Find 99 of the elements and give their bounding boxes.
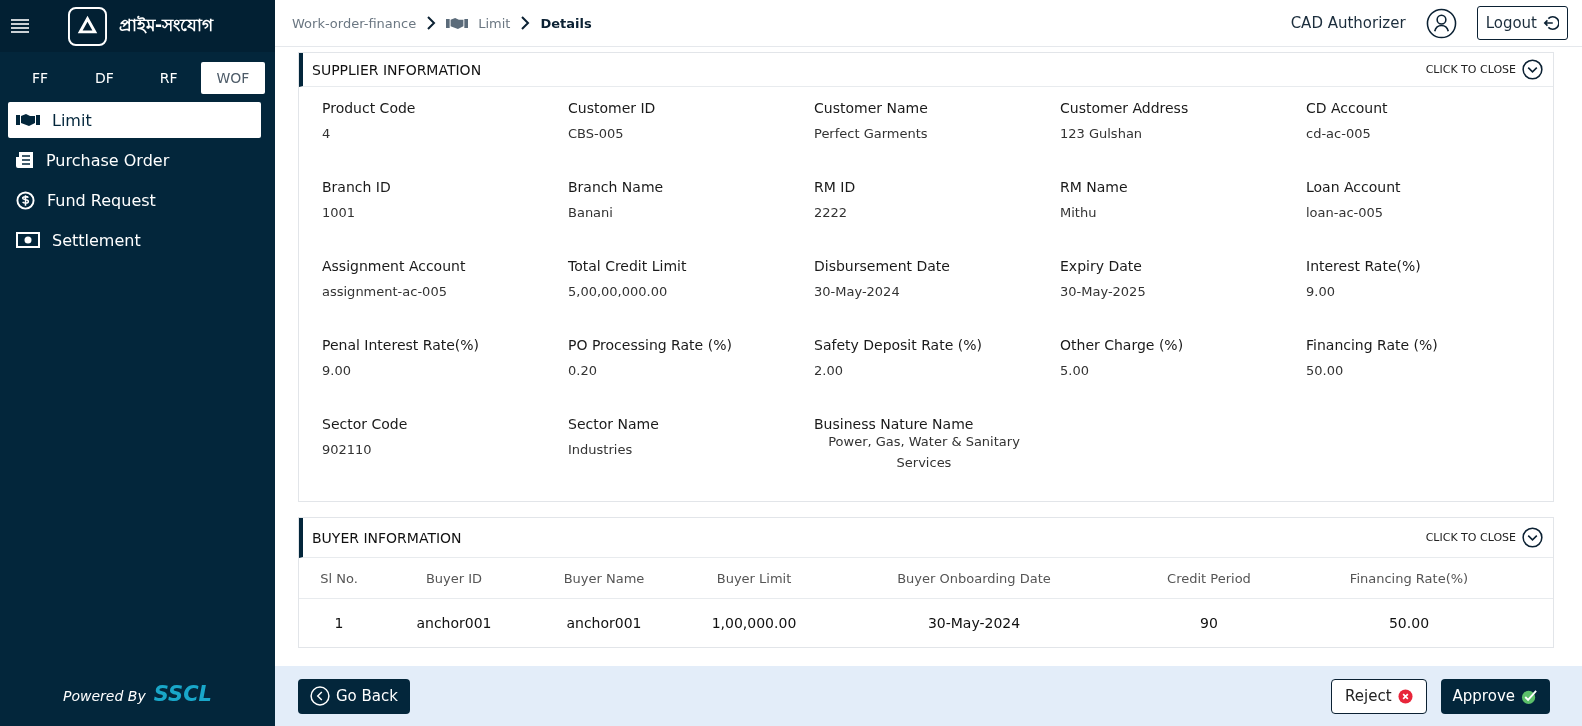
- field-value: 5.00: [1060, 363, 1090, 378]
- breadcrumb-link[interactable]: Work-order-finance: [292, 15, 417, 31]
- field-label: RM Name: [1060, 179, 1129, 195]
- field-value: loan-ac-005: [1306, 205, 1385, 220]
- chevron-right-icon: [426, 16, 437, 30]
- sector-tab[interactable]: FF: [8, 62, 73, 94]
- reject-button[interactable]: Reject: [1331, 678, 1427, 714]
- field-value: 4: [322, 126, 332, 141]
- field-value: 9.00: [322, 363, 352, 378]
- breadcrumb-link[interactable]: Limit: [478, 15, 511, 31]
- section-title: SUPPLIER INFORMATION: [312, 61, 482, 78]
- column-header: Credit Period: [1166, 570, 1252, 586]
- field-value: Industries: [568, 442, 634, 457]
- field-value: Perfect Garments: [814, 126, 929, 141]
- field-label: Loan Account: [1306, 179, 1402, 195]
- sidebar-item[interactable]: Purchase Order: [8, 142, 261, 178]
- field-value: 1001: [322, 205, 357, 220]
- field-value: cd-ac-005: [1306, 126, 1372, 141]
- field-label: Expiry Date: [1060, 258, 1143, 274]
- field-label: Customer Name: [814, 100, 929, 116]
- field-value: 9.00: [1306, 284, 1336, 299]
- field-label: PO Processing Rate (%): [568, 337, 733, 353]
- table-cell-text: 50.00: [1387, 615, 1431, 631]
- column-header: Buyer Onboarding Date: [896, 570, 1052, 586]
- field-value: Power, Gas, Water & Sanitary Services: [827, 433, 1021, 472]
- field-label: Disbursement Date: [814, 258, 951, 274]
- chevron-left-circle-icon: [310, 686, 330, 706]
- company-logo: SSCL: [153, 682, 212, 706]
- field-label: Business Nature Name: [814, 416, 975, 432]
- brand-name: প্রাইম-সংযোগ: [119, 14, 214, 37]
- field-label: RM ID: [814, 179, 857, 195]
- logo-icon: [68, 6, 107, 46]
- chevron-right-icon: [520, 16, 531, 30]
- sidebar-item[interactable]: Limit: [8, 102, 261, 138]
- field-label: CD Account: [1306, 100, 1389, 116]
- collapse-toggle[interactable]: CLICK TO CLOSE: [1425, 59, 1543, 80]
- field-value: 2.00: [814, 363, 844, 378]
- field-label: Sector Code: [322, 416, 409, 432]
- table-cell-text: anchor001: [565, 615, 643, 631]
- document-icon: [16, 151, 34, 169]
- sector-tab[interactable]: RF: [136, 62, 201, 94]
- field-label: Customer ID: [568, 100, 657, 116]
- user-role: CAD Authorizer: [1290, 14, 1406, 32]
- field-label: Customer Address: [1060, 100, 1190, 116]
- field-value: 123 Gulshan: [1060, 126, 1144, 141]
- field-label: Total Credit Limit: [568, 258, 688, 274]
- column-header: Buyer Name: [562, 570, 646, 586]
- sector-tab[interactable]: DF: [72, 62, 137, 94]
- field-label: Branch Name: [568, 179, 665, 195]
- sidebar-item[interactable]: Fund Request: [8, 182, 261, 218]
- section-title: BUYER INFORMATION: [312, 529, 462, 546]
- table-cell-text: 30-May-2024: [926, 615, 1022, 631]
- field-label: Other Charge (%): [1060, 337, 1185, 353]
- dollar-coin-icon: [16, 190, 35, 210]
- chevron-down-icon: [1522, 59, 1543, 80]
- column-header: Buyer Limit: [715, 570, 793, 586]
- user-avatar-icon[interactable]: [1425, 7, 1457, 39]
- field-value: 30-May-2024: [814, 284, 901, 299]
- field-label: Branch ID: [322, 179, 392, 195]
- field-label: Penal Interest Rate(%): [322, 337, 481, 353]
- field-value: CBS-005: [568, 126, 625, 141]
- field-label: Product Code: [322, 100, 417, 116]
- field-value: 2222: [814, 205, 849, 220]
- logout-icon: [1543, 15, 1559, 31]
- field-label: Interest Rate(%): [1306, 258, 1422, 274]
- field-value: 902110: [322, 442, 373, 457]
- column-header: Financing Rate(%): [1348, 570, 1470, 586]
- field-value: 50.00: [1306, 363, 1345, 378]
- chevron-down-icon: [1522, 527, 1543, 548]
- logout-button[interactable]: Logout: [1476, 6, 1568, 40]
- field-value: 0.20: [568, 363, 598, 378]
- column-header: Sl No.: [319, 570, 359, 586]
- field-value: Mithu: [1060, 205, 1098, 220]
- collapse-toggle[interactable]: CLICK TO CLOSE: [1425, 527, 1543, 548]
- handshake-icon: [446, 16, 469, 30]
- banknote-icon: [16, 232, 40, 248]
- breadcrumb-link[interactable]: Details: [540, 15, 592, 31]
- field-label: Sector Name: [568, 416, 660, 432]
- field-value: assignment-ac-005: [322, 284, 448, 299]
- close-icon: [1397, 688, 1413, 704]
- go-back-button[interactable]: Go Back: [298, 678, 410, 714]
- field-value: 5,00,00,000.00: [568, 284, 669, 299]
- table-cell-text: 90: [1199, 615, 1219, 631]
- sector-tab[interactable]: WOF: [200, 62, 265, 94]
- field-label: Safety Deposit Rate (%): [814, 337, 983, 353]
- powered-by-label: Powered By: [63, 688, 146, 704]
- field-label: Financing Rate (%): [1306, 337, 1439, 353]
- table-cell-text: anchor001: [415, 615, 493, 631]
- field-label: Assignment Account: [322, 258, 467, 274]
- field-value: Banani: [568, 205, 614, 220]
- handshake-icon: [16, 113, 40, 127]
- check-badge-icon: [1521, 687, 1538, 705]
- field-value: 30-May-2025: [1060, 284, 1147, 299]
- approve-button[interactable]: Approve: [1440, 678, 1550, 714]
- column-header: Buyer ID: [424, 570, 484, 586]
- table-cell-text: 1,00,000.00: [710, 615, 798, 631]
- table-cell-text: 1: [333, 615, 345, 631]
- sidebar-item[interactable]: Settlement: [8, 222, 261, 258]
- menu-icon[interactable]: [10, 18, 30, 34]
